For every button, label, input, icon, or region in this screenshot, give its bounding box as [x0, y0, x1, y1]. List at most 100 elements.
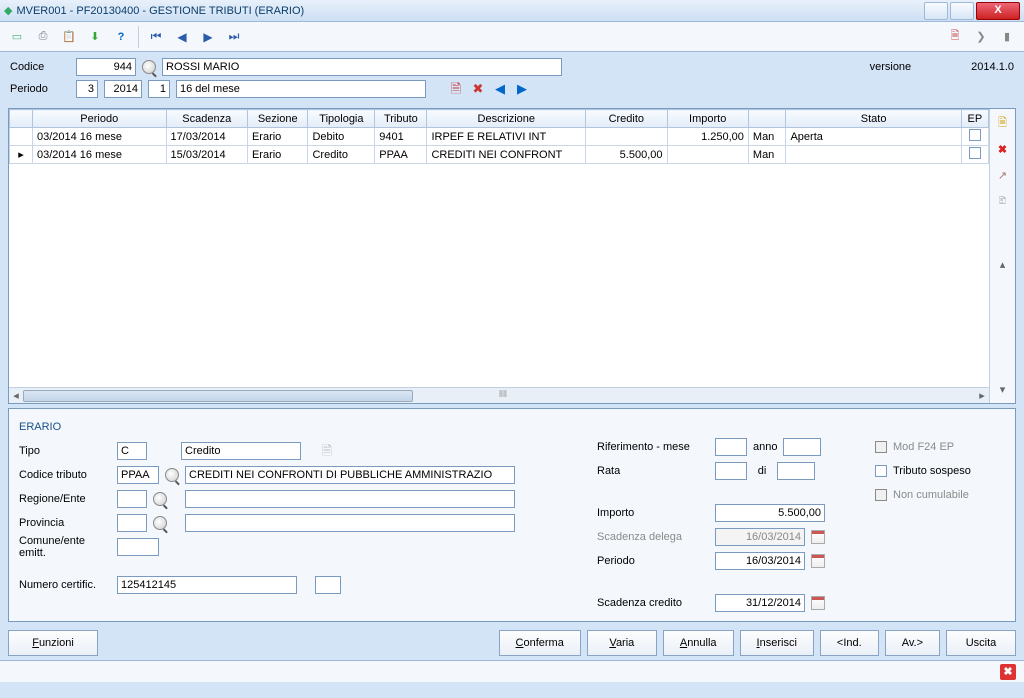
provincia-code-input[interactable] [117, 514, 147, 532]
numcert-label: Numero certific. [19, 579, 111, 591]
col-descrizione[interactable]: Descrizione [427, 110, 586, 128]
scadcred-label: Scadenza credito [597, 597, 709, 609]
av-button[interactable]: Av.> [885, 630, 940, 656]
anno-label: anno [753, 441, 777, 453]
col-importo[interactable]: Importo [667, 110, 748, 128]
provincia-desc-input[interactable] [185, 514, 515, 532]
forward-icon[interactable]: ❯ [970, 26, 992, 48]
regione-desc-input[interactable] [185, 490, 515, 508]
help-icon[interactable]: ? [110, 26, 132, 48]
col-man[interactable] [748, 110, 786, 128]
grid-table[interactable]: Periodo Scadenza Sezione Tipologia Tribu… [9, 109, 989, 164]
codice-lookup-icon[interactable] [142, 60, 156, 74]
download-icon[interactable]: ⬇ [84, 26, 106, 48]
delete-row-icon[interactable]: ✖ [993, 139, 1013, 159]
codice-input[interactable] [76, 58, 136, 76]
scroll-down-icon[interactable]: ▾ [993, 379, 1013, 399]
modf24-checkbox [875, 441, 887, 453]
ep-checkbox[interactable] [961, 128, 988, 146]
tribsosp-label: Tributo sospeso [893, 465, 971, 477]
periodo-month-input[interactable] [76, 80, 98, 98]
scadcred-calendar-icon[interactable] [811, 596, 825, 610]
grid-header: Periodo Scadenza Sezione Tipologia Tribu… [10, 110, 989, 128]
col-scadenza[interactable]: Scadenza [166, 110, 247, 128]
export-icon[interactable]: ↗ [993, 165, 1013, 185]
horizontal-scrollbar[interactable]: ◂ ⦀⦀ ▸ [9, 387, 989, 403]
provincia-label: Provincia [19, 517, 111, 529]
filter-icon[interactable]: 🗈 [993, 191, 1013, 211]
provincia-lookup-icon[interactable] [153, 516, 167, 530]
varia-button[interactable]: Varia [587, 630, 657, 656]
nav-back-icon[interactable]: ◀ [492, 81, 508, 97]
col-tipologia[interactable]: Tipologia [308, 110, 375, 128]
ind-button[interactable]: <Ind. [820, 630, 879, 656]
periodo-year-input[interactable] [104, 80, 142, 98]
scroll-up-icon[interactable]: ▴ [993, 254, 1013, 274]
pdf-icon[interactable]: 🗎 [448, 81, 464, 97]
col-credito[interactable]: Credito [586, 110, 667, 128]
periodo-calendar-icon[interactable] [811, 554, 825, 568]
numcert-input[interactable] [117, 576, 297, 594]
col-stato[interactable]: Stato [786, 110, 961, 128]
scadcred-input[interactable] [715, 594, 805, 612]
nav-prev-icon[interactable]: ◀ [171, 26, 193, 48]
tribsosp-checkbox[interactable] [875, 465, 887, 477]
table-row[interactable]: ▸ 03/2014 16 mese 15/03/2014 Erario Cred… [10, 146, 989, 164]
scaddel-calendar-icon[interactable] [811, 530, 825, 544]
add-row-icon[interactable]: 🗎 [993, 113, 1013, 133]
grid-panel: Periodo Scadenza Sezione Tipologia Tribu… [8, 108, 1016, 404]
regione-code-input[interactable] [117, 490, 147, 508]
periodo-num-input[interactable] [148, 80, 170, 98]
conferma-button[interactable]: Conferma [499, 630, 581, 656]
rata-input[interactable] [715, 462, 747, 480]
col-ep[interactable]: EP [961, 110, 988, 128]
di-label: di [753, 465, 771, 477]
annulla-button[interactable]: Annulla [663, 630, 734, 656]
nome-input[interactable] [162, 58, 562, 76]
error-icon[interactable]: ✖ [1000, 664, 1016, 680]
doc-icon[interactable]: 🗎 [944, 26, 966, 48]
minimize-button[interactable] [924, 2, 948, 20]
ep-checkbox[interactable] [961, 146, 988, 164]
funzioni-button[interactable]: Funzioni [8, 630, 98, 656]
maximize-button[interactable] [950, 2, 974, 20]
codtrib-code-input[interactable] [117, 466, 159, 484]
section-title: ERARIO [19, 421, 61, 433]
uscita-button[interactable]: Uscita [946, 630, 1016, 656]
rata-di-input[interactable] [777, 462, 815, 480]
numcert-extra-input[interactable] [315, 576, 341, 594]
open-icon[interactable]: ▭ [6, 26, 28, 48]
tipo-code-input[interactable] [117, 442, 147, 460]
col-tributo[interactable]: Tributo [375, 110, 427, 128]
rif-anno-input[interactable] [783, 438, 821, 456]
comune-code-input[interactable] [117, 538, 159, 556]
tipo-desc-input[interactable] [181, 442, 301, 460]
codtrib-desc-input[interactable] [185, 466, 515, 484]
rif-mese-input[interactable] [715, 438, 747, 456]
delete-row-icon[interactable]: ✖ [470, 81, 486, 97]
stop-icon[interactable]: ▮ [996, 26, 1018, 48]
inserisci-button[interactable]: Inserisci [740, 630, 814, 656]
codice-label: Codice [10, 61, 70, 73]
tipo-doc-icon[interactable]: 🗎 [319, 443, 335, 459]
versione-label: versione [870, 61, 912, 73]
importo-label: Importo [597, 507, 709, 519]
print-icon[interactable]: ⎙ [32, 26, 54, 48]
grid-sidebar: 🗎 ✖ ↗ 🗈 ▴ ▾ [989, 109, 1015, 403]
nav-fwd-icon[interactable]: ▶ [514, 81, 530, 97]
button-bar: Funzioni Conferma Varia Annulla Inserisc… [8, 626, 1016, 660]
col-periodo[interactable]: Periodo [32, 110, 166, 128]
close-button[interactable]: X [976, 2, 1020, 20]
nav-last-icon[interactable]: ⏭ [223, 26, 245, 48]
periodo-d-input[interactable] [715, 552, 805, 570]
col-sezione[interactable]: Sezione [247, 110, 308, 128]
rata-label: Rata [597, 465, 709, 477]
periodo-desc-input[interactable] [176, 80, 426, 98]
nav-next-icon[interactable]: ▶ [197, 26, 219, 48]
table-row[interactable]: 03/2014 16 mese 17/03/2014 Erario Debito… [10, 128, 989, 146]
nav-first-icon[interactable]: ⏮ [145, 26, 167, 48]
regione-lookup-icon[interactable] [153, 492, 167, 506]
codtrib-lookup-icon[interactable] [165, 468, 179, 482]
copy-icon[interactable]: 📋 [58, 26, 80, 48]
importo-input[interactable] [715, 504, 825, 522]
